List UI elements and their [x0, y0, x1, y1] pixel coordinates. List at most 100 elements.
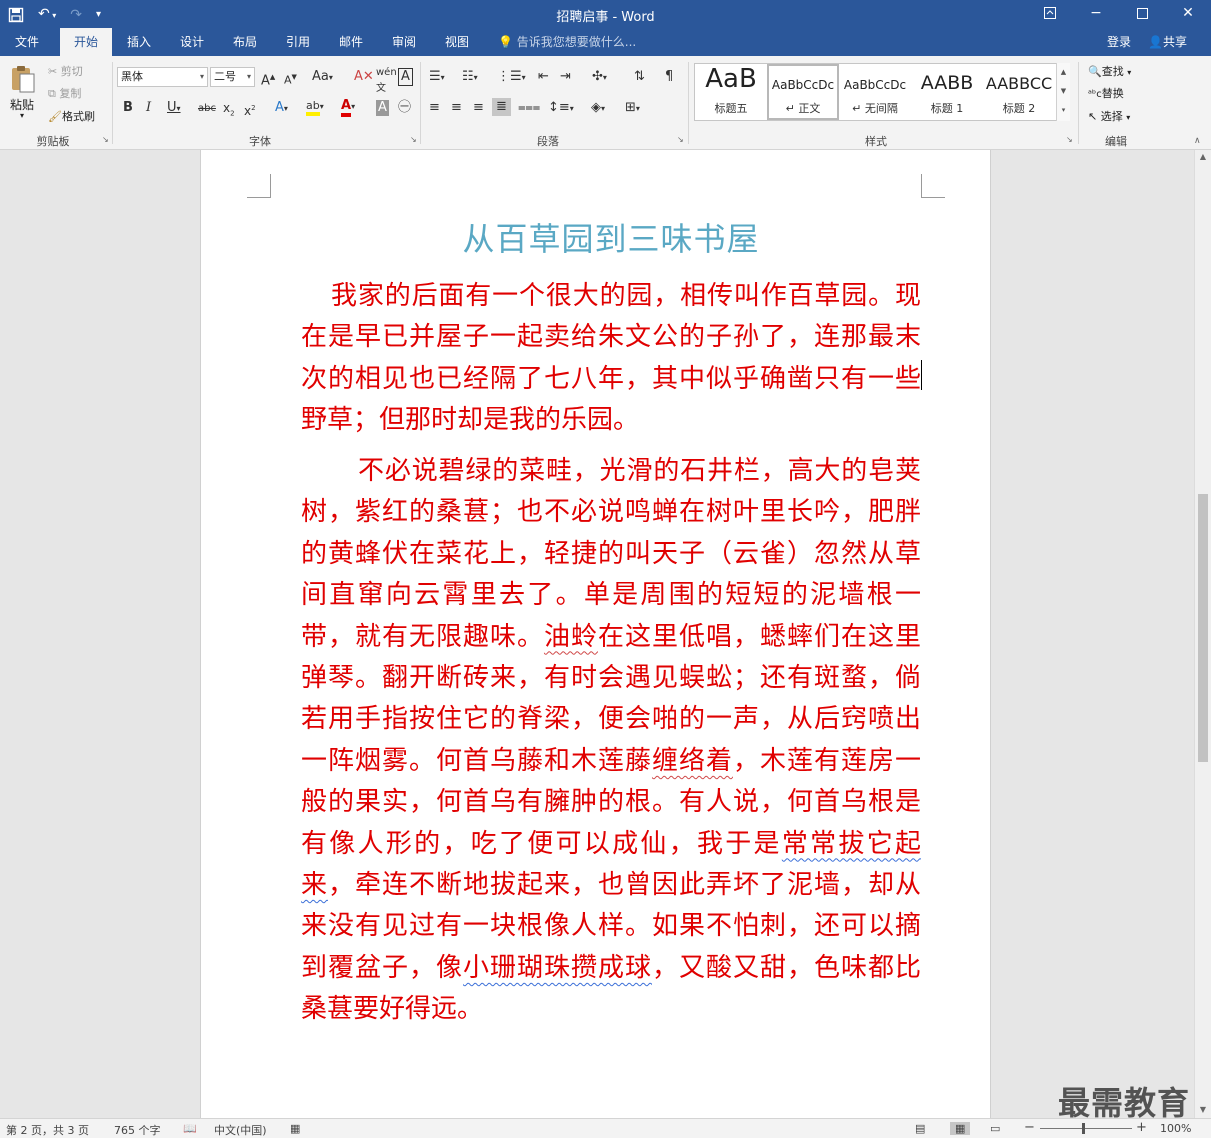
replace-button[interactable]: ᵃᵇc替换	[1088, 85, 1124, 101]
clear-formatting-icon[interactable]: A✕	[354, 69, 374, 85]
ribbon-display-icon[interactable]	[1027, 0, 1073, 28]
tell-me-search[interactable]: 💡 告诉我您想要做什么...	[498, 28, 636, 56]
separator	[112, 62, 113, 144]
text-effects-icon[interactable]: A▾	[275, 100, 288, 117]
character-shading-icon[interactable]: A	[376, 100, 389, 116]
clipboard-launcher-icon[interactable]: ↘	[102, 135, 109, 144]
style-heading-5[interactable]: AaB 标题五	[695, 64, 767, 120]
highlight-icon[interactable]: ab▾	[306, 98, 324, 116]
character-border-icon[interactable]: A	[398, 68, 413, 86]
tab-design[interactable]: 设计	[167, 28, 217, 56]
font-color-icon[interactable]: A▾	[341, 98, 355, 117]
bold-icon[interactable]: B	[123, 100, 133, 116]
styles-launcher-icon[interactable]: ↘	[1066, 135, 1073, 144]
text-caret	[921, 360, 922, 390]
word-count[interactable]: 765 个字	[114, 1122, 161, 1138]
styles-gallery-scroll[interactable]: ▲ ▼ ▾	[1056, 63, 1070, 121]
style-heading-1[interactable]: AABB 标题 1	[911, 64, 983, 120]
chinese-layout-icon[interactable]: ✣▾	[592, 69, 607, 86]
underline-icon[interactable]: U▾	[167, 100, 181, 117]
separator	[688, 62, 689, 144]
tab-insert[interactable]: 插入	[114, 28, 164, 56]
shading-icon[interactable]: ◈▾	[591, 100, 605, 117]
document-title[interactable]: 从百草园到三味书屋	[301, 214, 921, 260]
scroll-up-icon[interactable]: ▲	[1195, 152, 1211, 161]
line-spacing-icon[interactable]: ↕≡▾	[548, 100, 574, 117]
read-mode-icon[interactable]: ▤	[915, 1122, 925, 1135]
tab-review[interactable]: 审阅	[379, 28, 429, 56]
enclose-characters-icon[interactable]: ㊀	[398, 100, 411, 116]
superscript-icon[interactable]: x2	[244, 100, 256, 119]
web-layout-icon[interactable]: ▭	[990, 1122, 1000, 1135]
replace-icon: ᵃᵇc	[1088, 89, 1102, 100]
style-heading-2[interactable]: AABBCC 标题 2	[983, 64, 1055, 120]
tab-references[interactable]: 引用	[273, 28, 323, 56]
align-right-icon[interactable]: ≡	[473, 100, 484, 116]
sign-in-link[interactable]: 登录	[1107, 28, 1131, 56]
style-name: ↵ 无间隔	[839, 100, 911, 116]
format-painter-button[interactable]: 🖌格式刷	[48, 108, 95, 124]
collapse-ribbon-icon[interactable]: ∧	[1194, 136, 1201, 146]
close-icon[interactable]: ✕	[1165, 0, 1211, 28]
language-indicator[interactable]: 中文(中国)	[214, 1122, 267, 1138]
chevron-down-icon[interactable]: ▼	[1057, 82, 1070, 101]
distributed-icon[interactable]: ⩶	[518, 100, 540, 116]
font-launcher-icon[interactable]: ↘	[410, 135, 417, 144]
cut-label: 剪切	[60, 65, 83, 78]
show-marks-icon[interactable]: ¶	[665, 69, 673, 85]
cut-button[interactable]: ✂ 剪切	[48, 63, 83, 79]
phonetic-guide-icon[interactable]: wén 文	[376, 65, 397, 97]
scroll-thumb[interactable]	[1198, 494, 1208, 762]
minimize-icon[interactable]: −	[1073, 0, 1119, 28]
paste-dropdown-icon[interactable]: ▾	[20, 111, 24, 120]
tab-file[interactable]: 文件	[0, 28, 54, 56]
bullets-icon[interactable]: ☰▾	[429, 69, 445, 86]
italic-icon[interactable]: I	[146, 100, 151, 116]
sort-icon[interactable]: ⇅	[634, 69, 645, 85]
subscript-icon[interactable]: x2	[223, 100, 235, 121]
zoom-slider-thumb[interactable]	[1082, 1123, 1085, 1134]
tab-layout[interactable]: 布局	[220, 28, 270, 56]
zoom-out-button[interactable]: −	[1024, 1120, 1035, 1135]
style-normal[interactable]: AaBbCcDc ↵ 正文	[767, 64, 839, 120]
share-button[interactable]: 👤共享	[1148, 28, 1187, 56]
decrease-indent-icon[interactable]: ⇤	[538, 69, 549, 85]
increase-indent-icon[interactable]: ⇥	[560, 69, 571, 85]
tab-home[interactable]: 开始	[60, 28, 112, 56]
tab-mailings[interactable]: 邮件	[326, 28, 376, 56]
find-button[interactable]: 🔍查找 ▾	[1088, 63, 1131, 79]
select-button[interactable]: ↖ 选择 ▾	[1088, 108, 1130, 124]
tab-view[interactable]: 视图	[432, 28, 482, 56]
page-count[interactable]: 第 2 页，共 3 页	[6, 1122, 89, 1138]
scroll-down-icon[interactable]: ▼	[1195, 1105, 1211, 1114]
proofing-icon[interactable]: 📖	[183, 1122, 197, 1135]
paragraph-launcher-icon[interactable]: ↘	[677, 135, 684, 144]
macro-record-icon[interactable]: ▦	[290, 1122, 300, 1135]
align-left-icon[interactable]: ≡	[429, 100, 440, 116]
more-icon[interactable]: ▾	[1057, 101, 1070, 120]
font-name-combo[interactable]: 黑体 ▾	[117, 67, 208, 87]
align-center-icon[interactable]: ≡	[451, 100, 462, 116]
vertical-scrollbar[interactable]: ▲ ▼	[1194, 150, 1211, 1118]
print-layout-icon[interactable]: ▦	[950, 1122, 971, 1135]
paragraph-1[interactable]: 我家的后面有一个很大的园，相传叫作百草园。现在是早已并屋子一起卖给朱文公的子孙了…	[301, 276, 921, 442]
change-case-icon[interactable]: Aa▾	[312, 69, 333, 86]
document-page[interactable]: 从百草园到三味书屋 我家的后面有一个很大的园，相传叫作百草园。现在是早已并屋子一…	[200, 150, 991, 1118]
justify-icon[interactable]: ≣	[492, 98, 511, 116]
chevron-up-icon[interactable]: ▲	[1057, 63, 1070, 82]
shrink-font-icon[interactable]: A▼	[284, 69, 297, 89]
copy-button[interactable]: ⧉ 复制	[48, 85, 81, 101]
font-size-combo[interactable]: 二号 ▾	[210, 67, 255, 87]
zoom-slider-track[interactable]	[1040, 1128, 1132, 1129]
grow-font-icon[interactable]: A▲	[261, 69, 275, 89]
borders-icon[interactable]: ⊞▾	[625, 100, 640, 117]
paragraph-mark-icon: ↵	[852, 102, 862, 115]
paste-icon[interactable]	[9, 64, 37, 94]
multilevel-list-icon[interactable]: ⋮☰▾	[497, 69, 526, 86]
paragraph-2[interactable]: 不必说碧绿的菜畦，光滑的石井栏，高大的皂荚树，紫红的桑葚；也不必说鸣蝉在树叶里长…	[301, 451, 921, 1031]
style-no-spacing[interactable]: AaBbCcDc ↵ 无间隔	[839, 64, 911, 120]
maximize-icon[interactable]	[1119, 0, 1165, 28]
numbering-icon[interactable]: ☷▾	[462, 69, 478, 86]
style-name-text: 正文	[798, 102, 821, 115]
strikethrough-icon[interactable]: abc	[198, 101, 216, 117]
